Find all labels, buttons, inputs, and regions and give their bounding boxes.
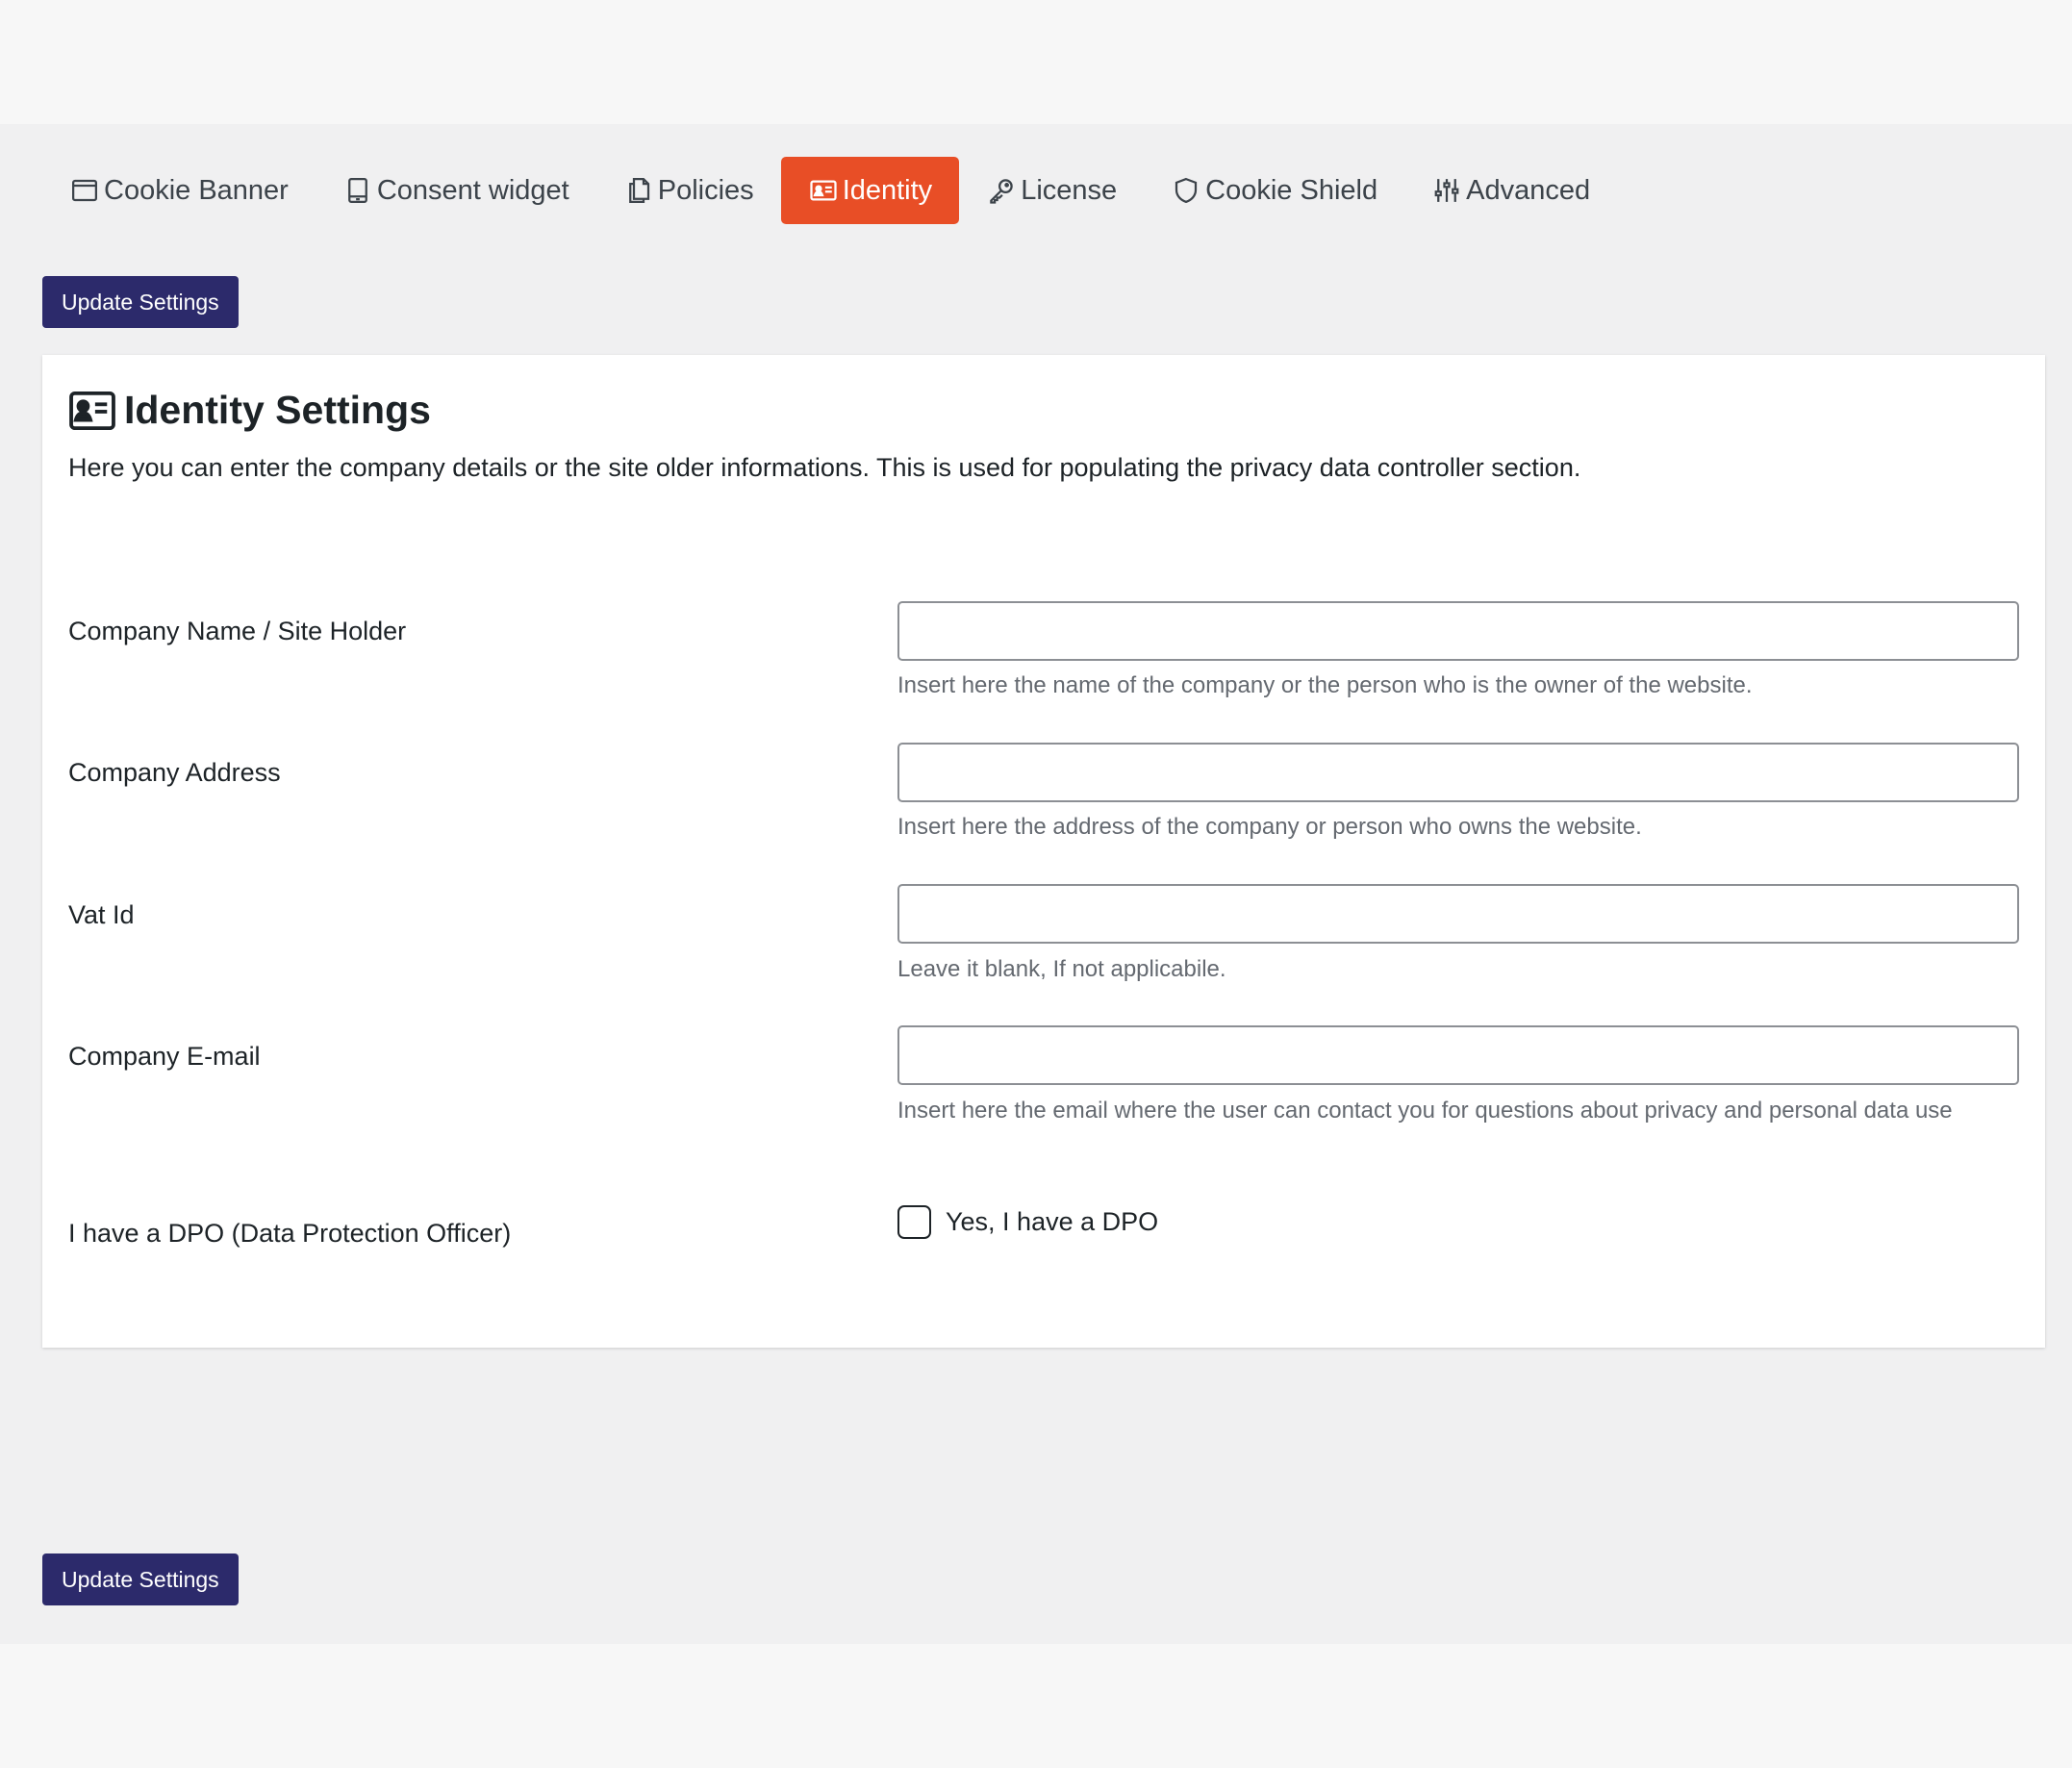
tablet-icon [342,175,373,206]
tab-consent-widget[interactable]: Consent widget [316,157,596,224]
company-address-hint: Insert here the address of the company o… [897,814,1642,840]
card-title-text: Identity Settings [124,388,431,432]
shield-icon [1171,175,1201,206]
vat-id-input[interactable] [897,884,2019,944]
update-settings-button-bottom[interactable]: Update Settings [42,1553,239,1605]
company-address-input[interactable] [897,743,2019,802]
company-email-label: Company E-mail [68,1042,261,1071]
company-email-input[interactable] [897,1025,2019,1085]
key-icon [986,175,1017,206]
company-name-hint: Insert here the name of the company or t… [897,672,1753,698]
company-email-hint: Insert here the email where the user can… [897,1098,1953,1124]
id-card-icon [68,391,116,431]
window-icon [69,175,100,206]
settings-frame: Cookie Banner Consent widget Policies Id… [0,124,2072,1644]
tab-label: Cookie Banner [104,174,289,206]
page-title: Identity Settings [68,388,431,433]
tab-identity[interactable]: Identity [780,157,960,224]
tab-label: Advanced [1466,174,1591,206]
tab-cookie-shield[interactable]: Cookie Shield [1144,157,1404,224]
tab-label: Consent widget [376,174,569,206]
company-address-label: Company Address [68,758,281,787]
dpo-label: I have a DPO (Data Protection Officer) [68,1219,512,1248]
tab-cookie-banner[interactable]: Cookie Banner [42,157,316,224]
card-description: Here you can enter the company details o… [68,453,1581,482]
tab-advanced[interactable]: Advanced [1404,157,1617,224]
tab-label: Identity [842,174,933,206]
identity-settings-card: Identity Settings Here you can enter the… [42,355,2045,1348]
tab-label: Policies [657,174,754,206]
files-icon [623,175,654,206]
sliders-icon [1431,175,1462,206]
settings-tabs: Cookie Banner Consent widget Policies Id… [42,157,1617,224]
vat-id-hint: Leave it blank, If not applicabile. [897,956,1226,982]
company-name-label: Company Name / Site Holder [68,617,407,645]
dpo-checkbox-label[interactable]: Yes, I have a DPO [946,1207,1158,1237]
tab-label: Cookie Shield [1205,174,1378,206]
company-name-input[interactable] [897,601,2019,661]
tab-policies[interactable]: Policies [596,157,781,224]
dpo-checkbox-row[interactable]: Yes, I have a DPO [897,1205,1158,1239]
id-card-icon [808,175,839,206]
dpo-checkbox[interactable] [897,1205,931,1239]
tab-label: License [1021,174,1118,206]
tab-license[interactable]: License [959,157,1144,224]
vat-id-label: Vat Id [68,900,135,929]
update-settings-button[interactable]: Update Settings [42,276,239,328]
